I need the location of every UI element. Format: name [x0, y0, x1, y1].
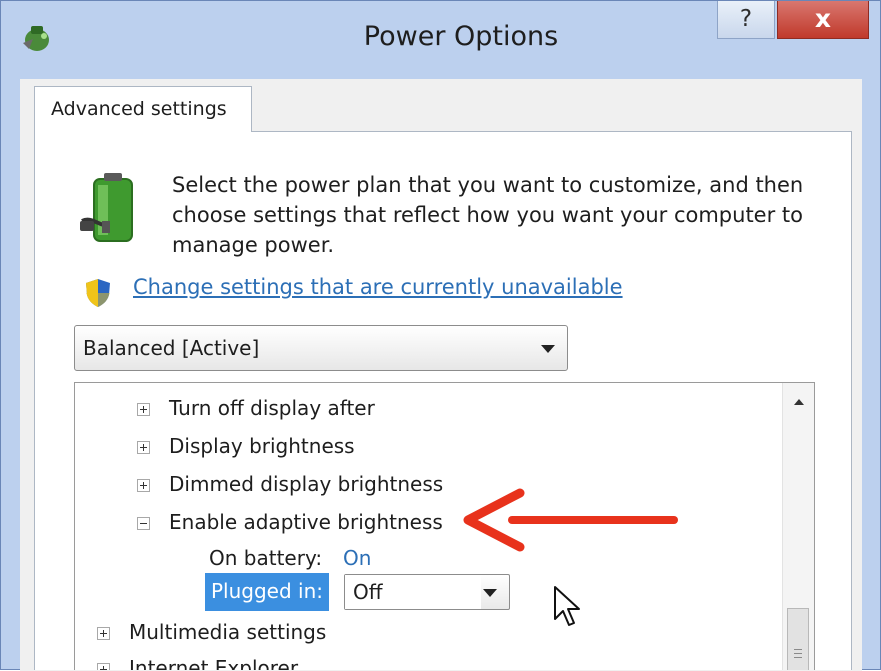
battery-plug-icon [80, 173, 133, 242]
tree-scrollbar[interactable] [782, 383, 814, 670]
power-plan-value: Balanced [Active] [83, 336, 260, 360]
expander-plus-icon[interactable] [97, 663, 110, 670]
help-button[interactable]: ? [717, 1, 775, 39]
expander-plus-icon[interactable] [137, 441, 150, 454]
thumb-grip [794, 649, 802, 650]
on-battery-value[interactable]: On [343, 546, 371, 570]
close-button[interactable]: x [777, 1, 869, 39]
expander-minus-icon[interactable] [137, 517, 150, 530]
plugged-in-label: Plugged in: [205, 573, 330, 611]
power-plan-dropdown[interactable]: Balanced [Active] [74, 325, 568, 371]
tree-item-label: Turn off display after [169, 396, 375, 420]
thumb-grip [794, 653, 802, 654]
description-text: Select the power plan that you want to c… [172, 173, 804, 257]
dropdown-arrow-icon [541, 345, 555, 353]
tree-item-label: Dimmed display brightness [169, 472, 444, 496]
scroll-up-icon[interactable] [783, 383, 814, 417]
tree-item-label: Enable adaptive brightness [169, 510, 443, 534]
dropdown-arrow-icon [483, 589, 497, 597]
expander-plus-icon[interactable] [137, 479, 150, 492]
thumb-grip [794, 657, 802, 658]
tree-item-label: Display brightness [169, 434, 355, 458]
plugged-in-value: Off [345, 575, 481, 609]
uac-shield-icon [86, 279, 110, 307]
plugged-in-dropdown[interactable]: Off [344, 574, 510, 610]
tab-advanced-settings[interactable]: Advanced settings [34, 86, 252, 132]
red-arrow-annotation [463, 488, 678, 552]
mouse-cursor-icon [554, 586, 580, 626]
tree-item-label: Multimedia settings [129, 620, 327, 644]
help-icon: ? [739, 6, 753, 32]
tree-item-label: Internet Explorer [129, 656, 299, 670]
scroll-thumb[interactable] [787, 608, 809, 670]
close-icon: x [814, 4, 832, 33]
change-settings-link[interactable]: Change settings that are currently unava… [133, 275, 623, 299]
expander-plus-icon[interactable] [97, 627, 110, 640]
on-battery-label: On battery: [209, 546, 323, 570]
settings-tree[interactable]: Turn off display after Display brightnes… [74, 382, 815, 670]
title-bar[interactable]: Power Options ? x [1, 1, 880, 79]
expander-plus-icon[interactable] [137, 403, 150, 416]
power-plan-app-icon [23, 26, 49, 51]
window-title: Power Options [363, 21, 559, 52]
